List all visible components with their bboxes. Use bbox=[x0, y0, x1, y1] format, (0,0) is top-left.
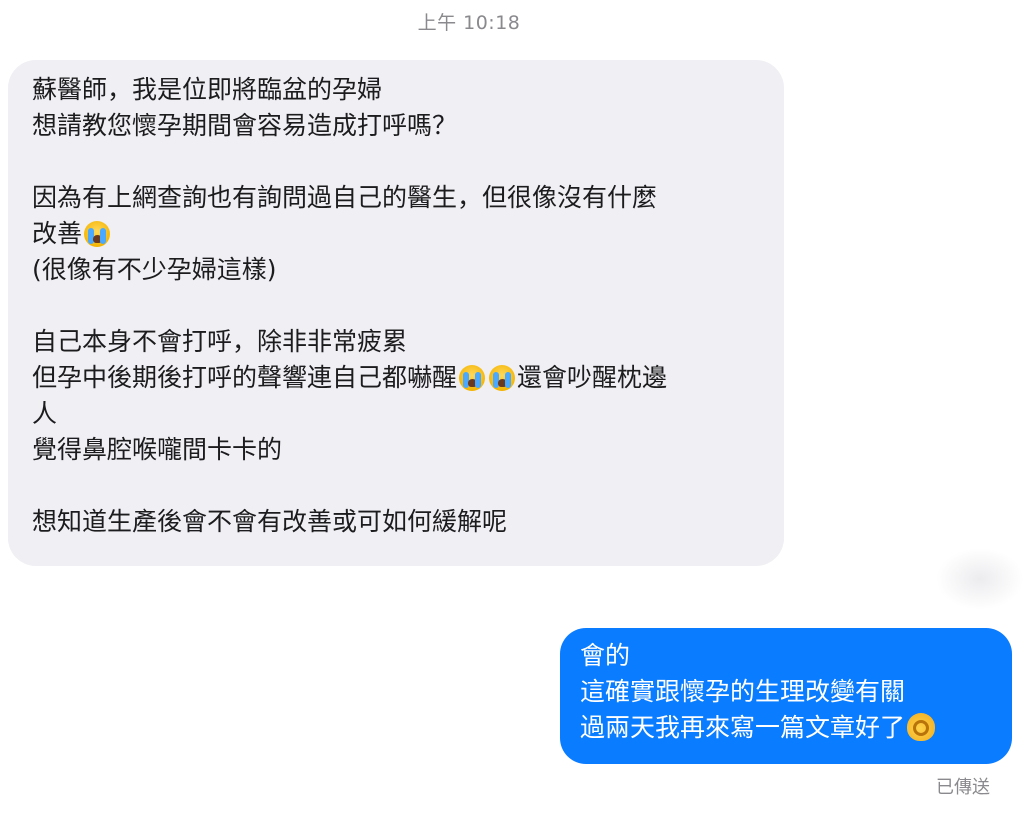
message-line: 因為有上網查詢也有詢問過自己的醫生，但很像沒有什麼 bbox=[32, 183, 658, 212]
message-text: 過兩天我再來寫一篇文章好了 bbox=[580, 713, 906, 742]
message-line-with-emoji: 但孕中後期後打呼的聲響連自己都嚇醒 還會吵醒枕邊 bbox=[32, 360, 762, 396]
delivery-status: 已傳送 bbox=[936, 777, 990, 798]
loudly-crying-face-icon bbox=[489, 365, 516, 391]
incoming-message-bubble[interactable]: 蘇醫師，我是位即將臨盆的孕婦想請教您懷孕期間會容易造成打呼嗎？ 因為有上網查詢也有… bbox=[8, 60, 784, 566]
message-text: 但孕中後期後打呼的聲響連自己都嚇醒 bbox=[32, 363, 458, 392]
message-line: 人 bbox=[32, 399, 58, 428]
message-text: 改善 bbox=[32, 219, 83, 248]
background-shadow bbox=[936, 548, 1024, 610]
message-line: 這確實跟懷孕的生理改變有關 bbox=[580, 677, 906, 706]
ok-hand-icon bbox=[907, 713, 936, 741]
message-line: 蘇醫師，我是位即將臨盆的孕婦 bbox=[32, 75, 383, 104]
message-line-empty bbox=[32, 288, 762, 324]
loudly-crying-face-icon bbox=[84, 221, 111, 247]
message-line-with-emoji: 改善 bbox=[32, 216, 762, 252]
message-line: 想請教您懷孕期間會容易造成打呼嗎？ bbox=[32, 111, 458, 140]
message-line: 會的 bbox=[580, 641, 631, 670]
message-line: 覺得鼻腔喉嚨間卡卡的 bbox=[32, 435, 283, 464]
message-line-empty bbox=[32, 468, 762, 504]
message-line: (很像有不少孕婦這樣) bbox=[32, 255, 277, 284]
loudly-crying-face-icon bbox=[459, 365, 486, 391]
message-text: 還會吵醒枕邊 bbox=[517, 363, 668, 392]
message-line: 自己本身不會打呼，除非非常疲累 bbox=[32, 327, 408, 356]
outgoing-message-bubble[interactable]: 會的這確實跟懷孕的生理改變有關 過兩天我再來寫一篇文章好了 bbox=[560, 628, 1012, 764]
message-timestamp: 上午 10:18 bbox=[417, 12, 521, 34]
message-line: 想知道生產後會不會有改善或可如何緩解呢 bbox=[32, 507, 508, 536]
message-line-with-emoji: 過兩天我再來寫一篇文章好了 bbox=[580, 710, 994, 746]
message-line-empty bbox=[32, 144, 762, 180]
